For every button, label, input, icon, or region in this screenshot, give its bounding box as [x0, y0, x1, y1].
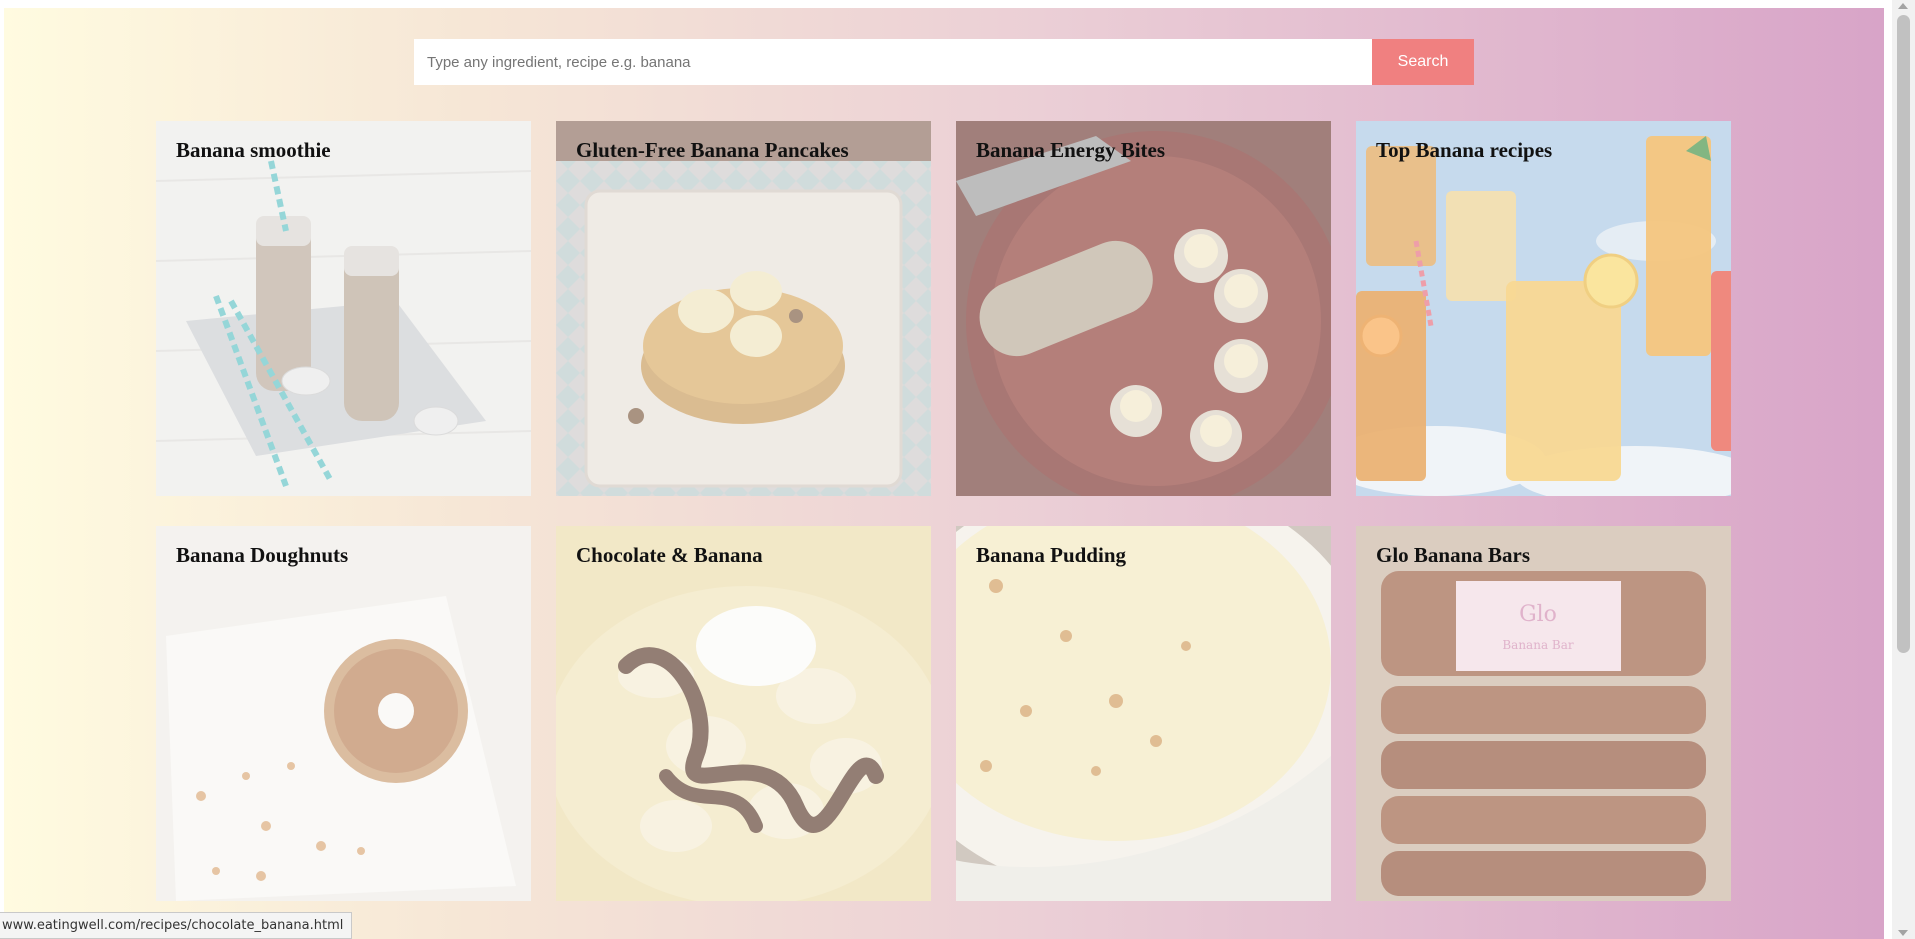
recipe-card[interactable]: Banana Energy Bites: [956, 121, 1331, 496]
search-input[interactable]: [414, 39, 1372, 85]
recipe-card[interactable]: Banana smoothie: [156, 121, 531, 496]
image-overlay: [556, 526, 931, 901]
recipe-card[interactable]: Chocolate & Banana: [556, 526, 931, 901]
page-background: Search Banana smoothie: [4, 8, 1884, 939]
recipe-title: Top Banana recipes: [1376, 138, 1553, 162]
image-overlay: [956, 121, 1331, 496]
recipe-card[interactable]: Banana Pudding: [956, 526, 1331, 901]
link-status-bar: www.eatingwell.com/recipes/chocolate_ban…: [0, 912, 353, 939]
recipe-title: Banana Doughnuts: [176, 543, 349, 567]
recipe-title: Banana Energy Bites: [976, 138, 1166, 162]
image-overlay: [1356, 526, 1731, 901]
recipe-card[interactable]: Glo Banana Bar Glo Banana Bars: [1356, 526, 1731, 901]
vertical-scrollbar[interactable]: [1892, 0, 1915, 939]
image-overlay: [156, 121, 531, 496]
search-bar: Search: [414, 39, 1480, 85]
recipe-title: Banana Pudding: [976, 543, 1126, 567]
recipe-card[interactable]: Gluten-Free Banana Pancakes: [556, 121, 931, 496]
search-button[interactable]: Search: [1372, 39, 1474, 85]
scrollbar-thumb[interactable]: [1897, 15, 1910, 653]
image-overlay: [156, 526, 531, 901]
recipe-card[interactable]: Banana Doughnuts: [156, 526, 531, 901]
image-overlay: [556, 121, 931, 496]
recipe-title: Chocolate & Banana: [576, 543, 763, 567]
recipe-title: Glo Banana Bars: [1376, 543, 1531, 567]
scroll-down-arrow-icon[interactable]: [1898, 930, 1908, 936]
scroll-up-arrow-icon[interactable]: [1898, 3, 1908, 9]
image-overlay: [1356, 121, 1731, 496]
recipe-card[interactable]: Top Banana recipes: [1356, 121, 1731, 496]
recipe-title: Banana smoothie: [176, 138, 331, 162]
recipe-title: Gluten-Free Banana Pancakes: [576, 138, 849, 162]
image-overlay: [956, 526, 1331, 901]
